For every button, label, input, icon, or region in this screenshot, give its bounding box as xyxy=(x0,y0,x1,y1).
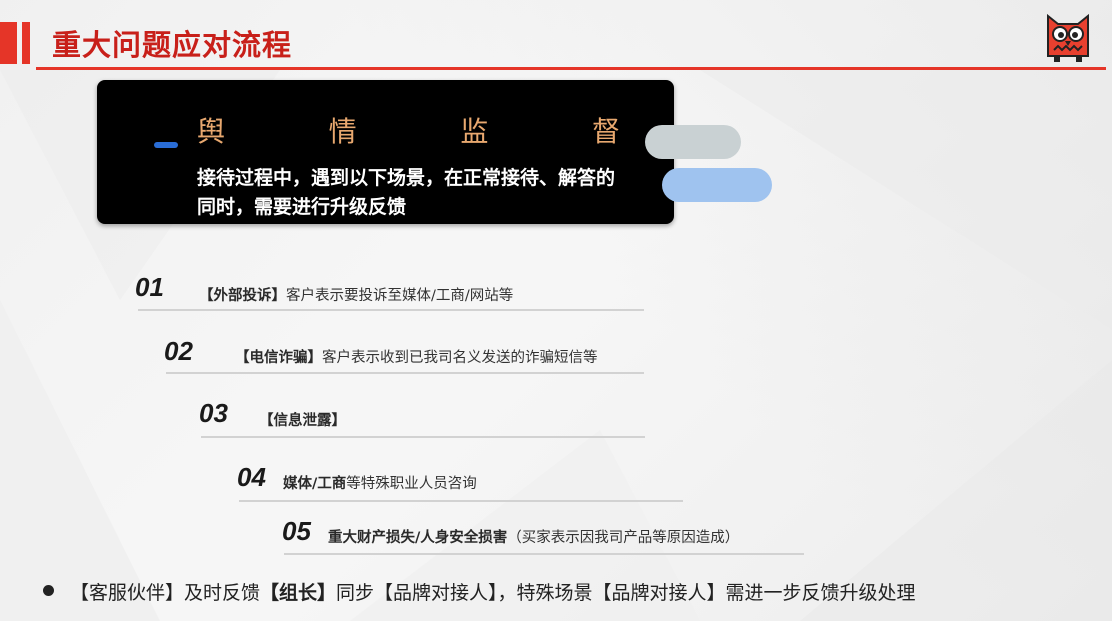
item-tag: 重大财产损失/人身安全损害 xyxy=(328,530,508,546)
page-title: 重大问题应对流程 xyxy=(52,28,293,62)
card-heading-char: 督 xyxy=(591,115,620,148)
item-tag: 【电信诈骗】 xyxy=(235,350,322,366)
item-text: 客户表示要投诉至媒体/工商/网站等 xyxy=(286,288,514,304)
item-number: 01 xyxy=(135,272,164,302)
item-tag: 媒体/工商 xyxy=(283,476,347,492)
item-number: 03 xyxy=(199,398,228,428)
item-text: （买家表示因我司产品等原因造成） xyxy=(507,530,740,546)
card-heading-char: 情 xyxy=(328,115,357,148)
decorative-pill-gray xyxy=(645,125,741,159)
item-number: 05 xyxy=(282,516,311,546)
card-heading-char: 舆 xyxy=(197,115,226,148)
footer-note: 【客服伙伴】及时反馈【组长】同步【品牌对接人】，特殊场景【品牌对接人】需进一步反… xyxy=(70,578,916,605)
item-text: 等特殊职业人员咨询 xyxy=(346,476,477,492)
title-accent-bars xyxy=(0,22,34,64)
footer-note-part: 同步【品牌对接人】，特殊场景【品牌对接人】需进一步反馈升级处理 xyxy=(336,582,916,604)
decorative-pill-blue xyxy=(662,168,772,202)
bullet-dot xyxy=(43,585,54,596)
footer-note-part: 【客服伙伴】及时反馈 xyxy=(70,582,261,604)
item-tag: 【外部投诉】 xyxy=(199,288,286,304)
item-divider xyxy=(201,436,645,438)
item-divider xyxy=(284,553,804,555)
sentiment-monitoring-card: 舆 情 监 督 接待过程中，遇到以下场景，在正常接待、解答的同时，需要进行升级反… xyxy=(97,80,674,224)
card-heading-char: 监 xyxy=(460,115,489,148)
item-number: 02 xyxy=(164,336,193,366)
item-tag: 【信息泄露】 xyxy=(259,413,346,429)
item-number: 04 xyxy=(237,462,266,492)
card-heading: 舆 情 监 督 xyxy=(197,110,620,150)
footer-note-emphasis: 【组长】 xyxy=(260,582,337,604)
owl-logo-icon xyxy=(1047,13,1089,62)
title-underline xyxy=(36,67,1106,70)
card-description: 接待过程中，遇到以下场景，在正常接待、解答的同时，需要进行升级反馈 xyxy=(197,167,616,218)
item-divider xyxy=(138,309,644,311)
card-dash-marker xyxy=(154,142,178,148)
item-text: 客户表示收到已我司名义发送的诈骗短信等 xyxy=(322,350,598,366)
item-divider xyxy=(239,500,683,502)
item-divider xyxy=(166,372,644,374)
